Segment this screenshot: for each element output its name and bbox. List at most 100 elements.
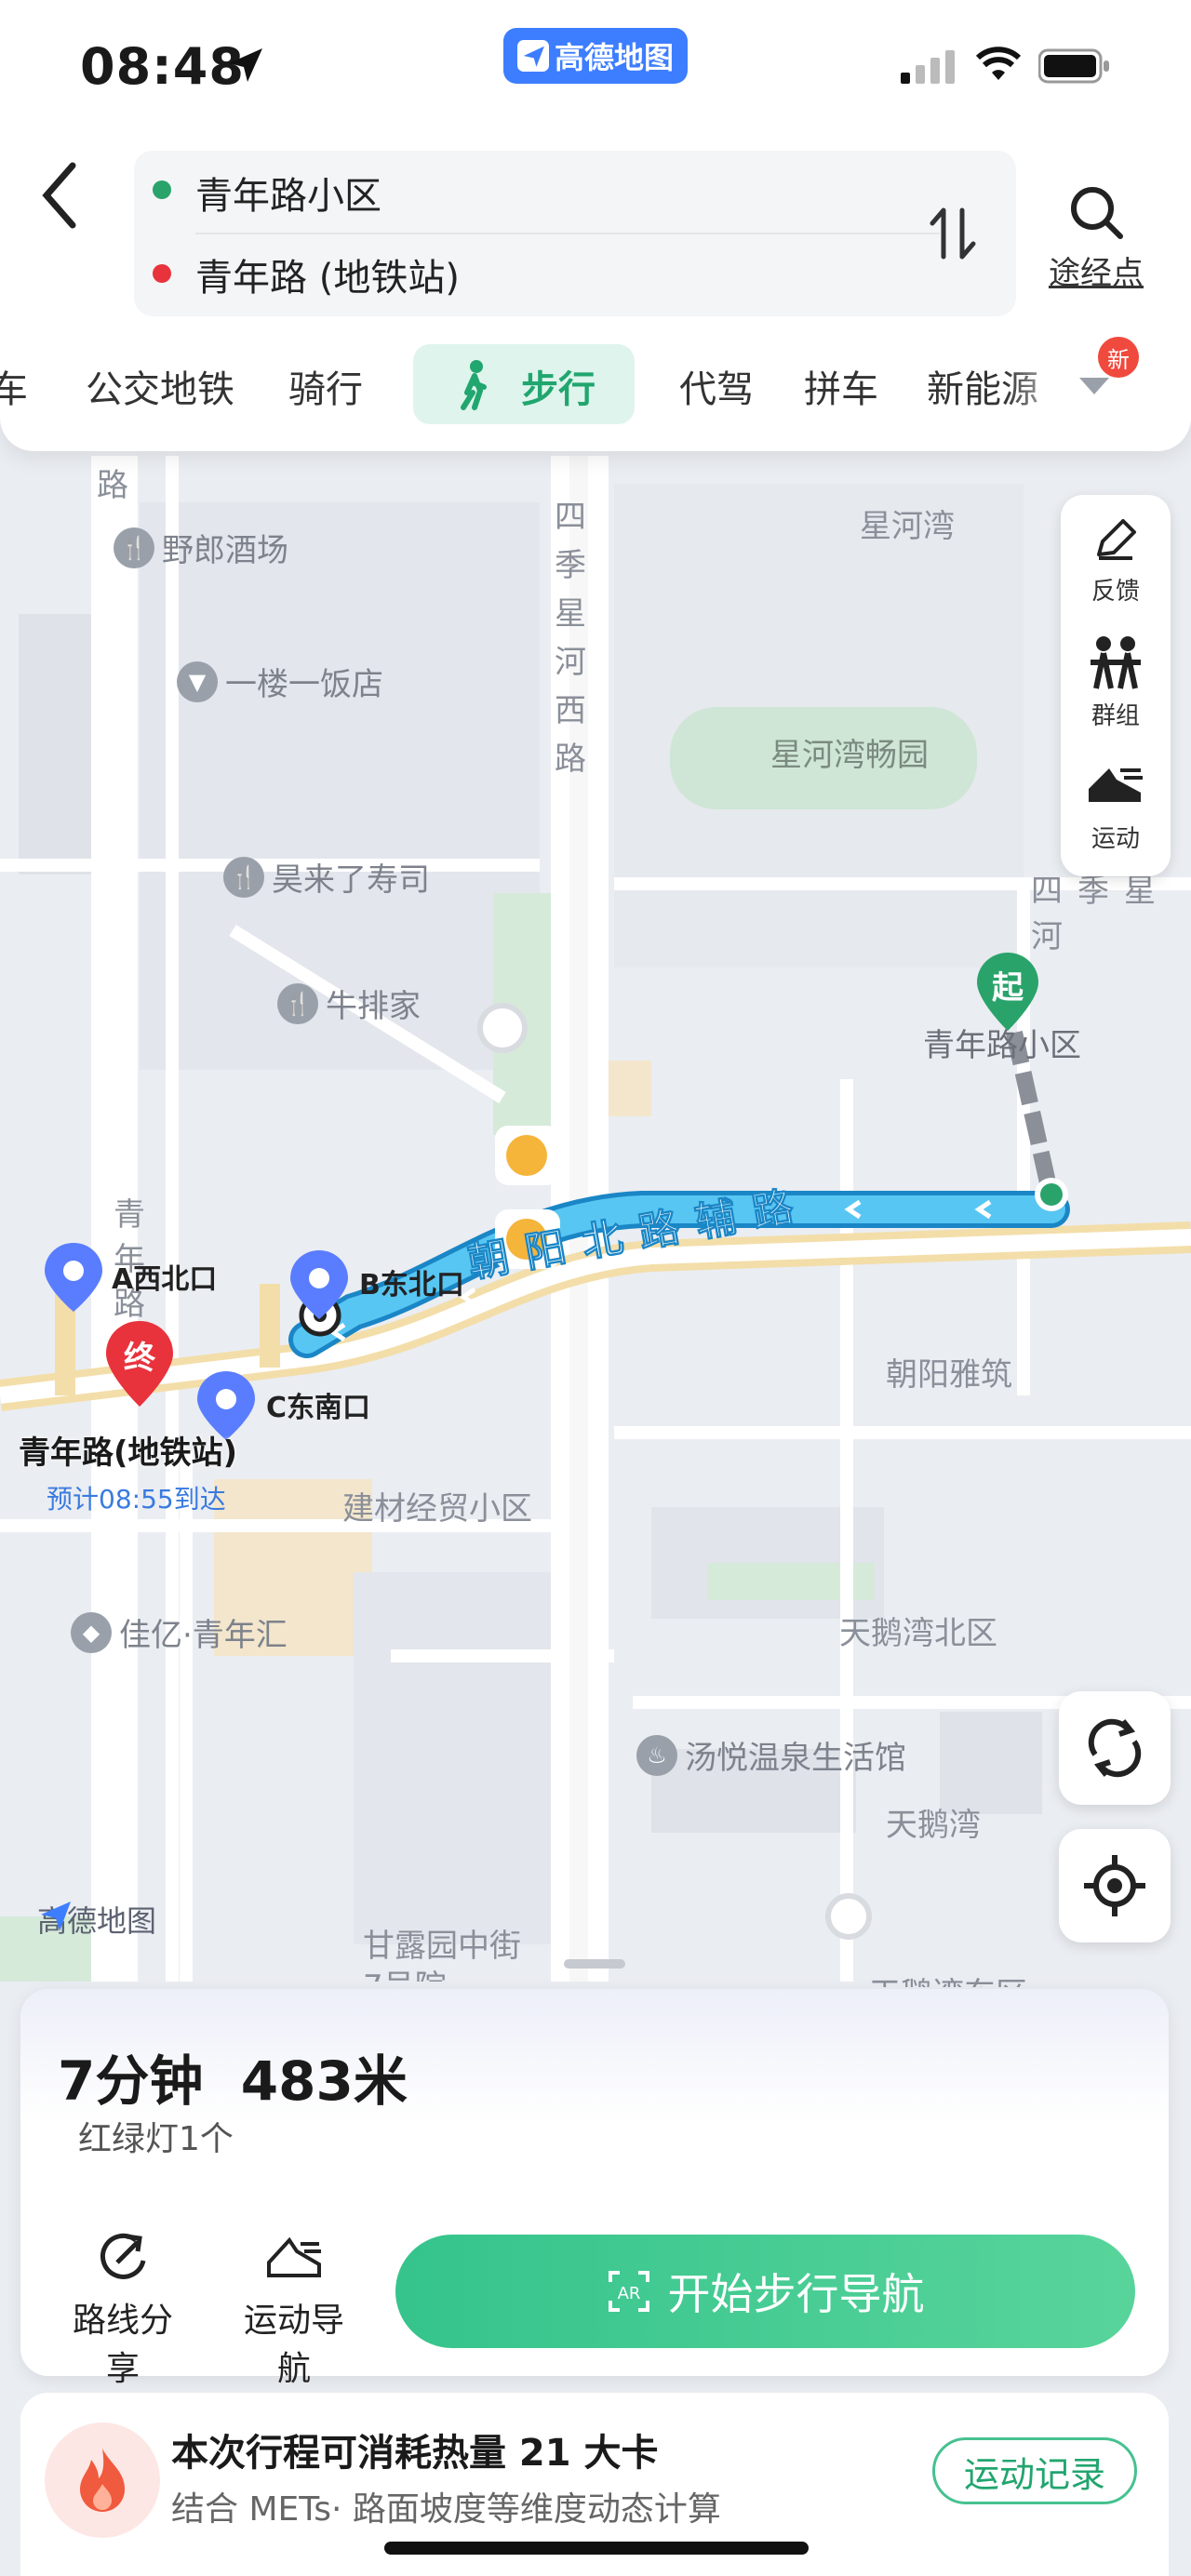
sport-button[interactable]: 运动: [1061, 761, 1171, 873]
status-time: 08:48: [80, 37, 245, 96]
amap-logo-icon: [516, 40, 549, 72]
swap-icon[interactable]: [925, 201, 981, 266]
map-label-chaoyang-yazhu: 朝阳雅筑: [886, 1356, 1012, 1394]
map-label-sijixinghe: 四季星河: [1031, 873, 1171, 955]
start-walk-nav-button[interactable]: AR 开始步行导航: [395, 2235, 1135, 2348]
flame-icon: [45, 2423, 160, 2538]
route-header-card: 08:48 高德地图 青年路小区 青年路 (地铁站) 途经点 车 公交地铁 骑行…: [0, 0, 1191, 451]
poi-haolai[interactable]: 🍴 昊来了寿司: [223, 854, 430, 900]
poi-jiayi[interactable]: ◆ 佳亿·青年汇: [71, 1609, 288, 1655]
start-dot-icon: [153, 180, 171, 199]
poi-yelang[interactable]: 🍴 野郎酒场: [114, 525, 288, 570]
shopping-bag-icon: ◆: [71, 1611, 112, 1653]
home-indicator[interactable]: [384, 2542, 809, 2555]
route-distance: 483米: [240, 2049, 408, 2113]
route-input-box: 青年路小区 青年路 (地铁站): [134, 151, 1016, 316]
refresh-button[interactable]: [1059, 1691, 1171, 1805]
running-shoe-icon: [1089, 768, 1143, 802]
tab-transit[interactable]: 公交地铁: [86, 359, 234, 413]
battery-icon: [1038, 48, 1109, 84]
crosshair-icon: [1084, 1855, 1145, 1916]
chevron-down-icon[interactable]: [1077, 372, 1111, 400]
app-badge-label: 高德地图: [554, 40, 674, 75]
spa-icon: ♨: [636, 1734, 677, 1776]
location-pin-icon: [45, 1243, 102, 1312]
amap-logo-icon: [41, 1902, 71, 1931]
tab-car[interactable]: 车: [0, 359, 28, 413]
exit-a-marker[interactable]: [45, 1243, 102, 1312]
poi-niupai-label: 牛排家: [326, 988, 421, 1025]
end-marker-label: 终: [124, 1340, 155, 1377]
feedback-label: 反馈: [1091, 578, 1140, 606]
restaurant-icon: 🍴: [277, 982, 318, 1024]
calorie-title: 本次行程可消耗热量 21 大卡: [171, 2432, 659, 2475]
poi-tangyue-label: 汤悦温泉生活馆: [685, 1740, 906, 1777]
traffic-lights-count: 红绿灯1个: [78, 2120, 234, 2158]
map-label-road-lu-top: 路: [97, 467, 128, 504]
amap-watermark: 高德地图: [37, 1898, 156, 1941]
poi-yilou[interactable]: ▼ 一楼一饭店: [177, 659, 383, 704]
flame-shape: [80, 2449, 125, 2512]
start-place-name: 青年路小区: [923, 1027, 1081, 1064]
tab-carpool[interactable]: 拼车: [804, 359, 878, 413]
shop-icon: ▼: [177, 661, 218, 702]
back-button[interactable]: [37, 158, 84, 233]
start-location-input[interactable]: 青年路小区: [195, 166, 381, 220]
waypoint-button[interactable]: 途经点: [1040, 182, 1152, 292]
sheet-handle[interactable]: [564, 1959, 625, 1969]
poi-jiayi-label: 佳亿·青年汇: [119, 1617, 288, 1654]
exit-b-marker[interactable]: [290, 1250, 348, 1319]
edit-icon: [1097, 519, 1136, 560]
location-pin-icon: [290, 1250, 348, 1319]
ar-icon: AR: [608, 2271, 649, 2312]
map-label-tianewan-east: 天鹅湾东区: [869, 1969, 1027, 1987]
route-duration: 7分钟: [58, 2049, 204, 2113]
app-badge[interactable]: 高德地图: [503, 28, 688, 84]
map-label-jiancai: 建材经贸小区: [342, 1490, 532, 1528]
share-route-button[interactable]: 路线分享: [58, 2233, 188, 2390]
tab-bike[interactable]: 骑行: [288, 359, 363, 413]
tab-walk[interactable]: 步行: [521, 359, 596, 413]
start-walk-nav-label: 开始步行导航: [667, 2269, 925, 2319]
wifi-icon: [975, 47, 1022, 80]
destination-eta: 预计08:55到达: [47, 1484, 226, 1515]
search-icon: [1071, 187, 1123, 239]
restaurant-icon: 🍴: [223, 856, 264, 898]
tabs-fade: [1005, 340, 1079, 424]
map-label-ganlu: 甘露园中街7号院: [363, 1928, 521, 1982]
feedback-button[interactable]: 反馈: [1061, 514, 1171, 625]
poi-yilou-label: 一楼一饭店: [225, 666, 383, 703]
share-icon: [100, 2233, 146, 2279]
start-marker-label: 起: [992, 969, 1024, 1007]
group-button[interactable]: 群组: [1061, 634, 1171, 746]
sport-nav-label: 运动导航: [243, 2302, 344, 2388]
poi-tangyue[interactable]: ♨ 汤悦温泉生活馆: [636, 1732, 906, 1778]
sport-record-button[interactable]: 运动记录: [932, 2437, 1137, 2504]
poi-yelang-label: 野郎酒场: [162, 532, 288, 569]
new-badge: 新: [1098, 337, 1139, 378]
side-tools-panel: 反馈 群组 运动: [1061, 495, 1171, 876]
map-label-tianewan-north: 天鹅湾北区: [839, 1615, 997, 1652]
route-summary: 7分钟 483米: [58, 2037, 408, 2116]
restaurant-icon: 🍴: [114, 527, 154, 568]
locate-button[interactable]: [1059, 1829, 1171, 1942]
group-label: 群组: [1091, 702, 1140, 730]
tab-chauffeur[interactable]: 代驾: [679, 359, 754, 413]
running-shoe-icon: [267, 2236, 321, 2277]
group-icon: [1091, 636, 1141, 689]
waypoint-label: 途经点: [1049, 255, 1144, 292]
exit-b-label: B东北口: [359, 1269, 464, 1301]
end-marker[interactable]: 终: [106, 1321, 173, 1407]
end-location-input[interactable]: 青年路 (地铁站): [195, 247, 460, 301]
sport-label: 运动: [1091, 825, 1140, 853]
sport-nav-button[interactable]: 运动导航: [229, 2233, 359, 2390]
svg-text:AR: AR: [617, 2284, 640, 2303]
map-label-xinghewan-park: 星河湾畅园: [770, 737, 929, 774]
poi-niupai[interactable]: 🍴 牛排家: [277, 981, 421, 1026]
route-divider: [195, 233, 940, 234]
location-arrow-icon: [229, 48, 262, 82]
destination-name: 青年路(地铁站): [19, 1435, 238, 1472]
calorie-subtitle: 结合 METs· 路面坡度等维度动态计算: [171, 2490, 721, 2529]
map-label-xinghewan: 星河湾: [860, 508, 955, 545]
refresh-icon: [1088, 1718, 1142, 1778]
